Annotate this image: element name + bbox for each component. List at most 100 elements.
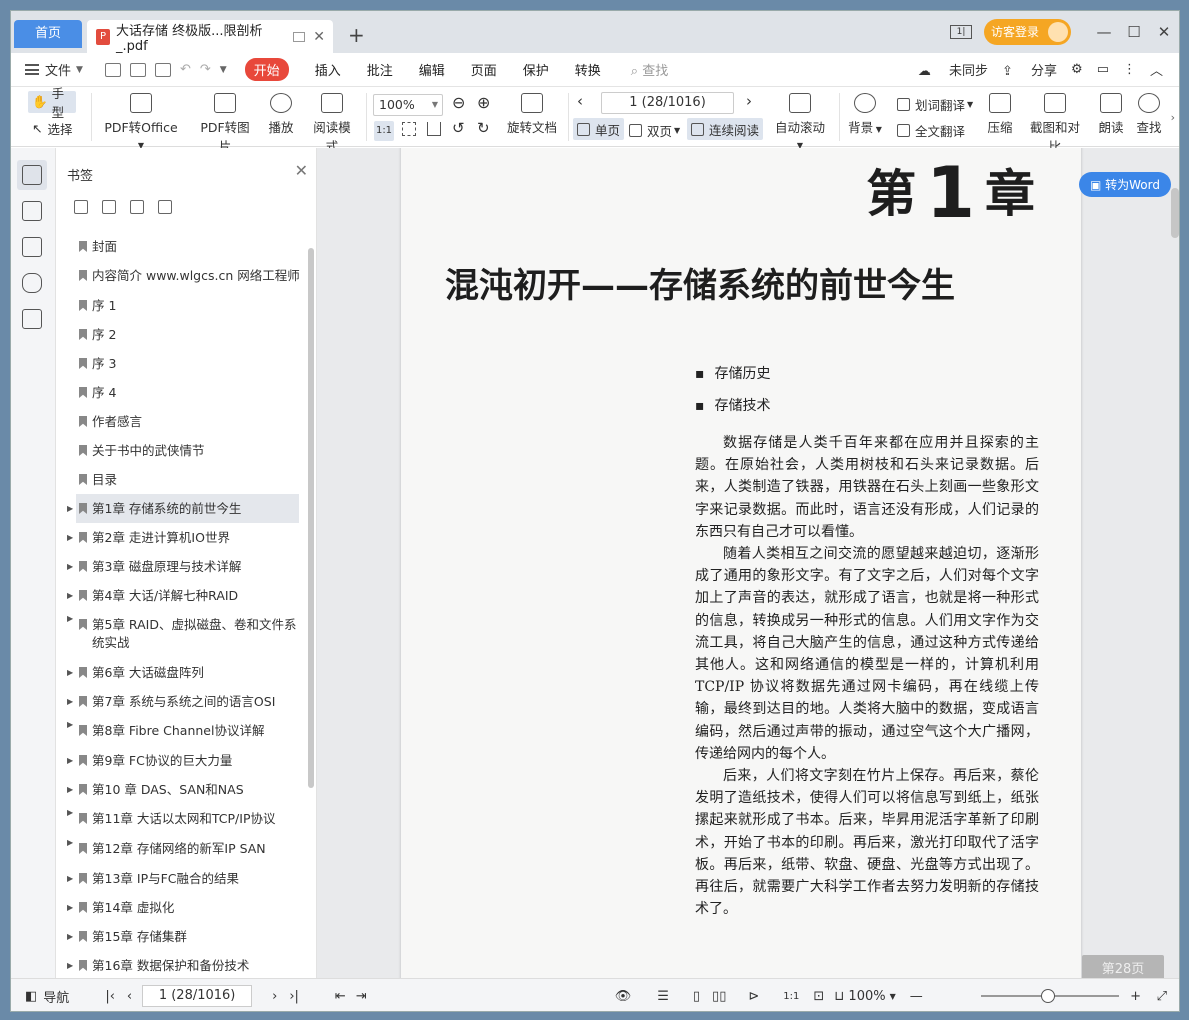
rotate-document-button[interactable]: 旋转文档	[507, 93, 557, 136]
menu-page[interactable]: 页面	[471, 60, 497, 79]
bookmark-item[interactable]: ▶ 第16章 数据保护和备份技术	[56, 951, 301, 977]
play-button[interactable]: 播放	[266, 93, 296, 136]
bookmark-item[interactable]: 序 3	[56, 349, 301, 378]
expand-arrow-icon[interactable]: ▶	[67, 775, 73, 804]
fit-width-icon[interactable]	[427, 122, 441, 136]
bookmark-item[interactable]: 序 1	[56, 291, 301, 320]
actual-size-icon[interactable]: 1:1	[374, 121, 394, 141]
cloud-sync-status[interactable]: ☁ 未同步	[918, 60, 988, 79]
bookmark-item[interactable]: ▶ 第3章 磁盘原理与技术详解	[56, 552, 301, 581]
continuous-read-button[interactable]: 连续阅读	[687, 118, 764, 140]
expand-arrow-icon[interactable]: ▶	[67, 523, 73, 552]
fit-page-icon[interactable]: ⊡	[813, 989, 824, 1004]
word-translate-button[interactable]: 划词翻译 ▼	[897, 95, 973, 114]
compress-button[interactable]: 压缩	[986, 93, 1014, 136]
auto-scroll-button[interactable]: 自动滚动 ▼	[771, 93, 829, 151]
next-page-icon[interactable]: ›	[746, 92, 752, 110]
background-button[interactable]: 背景 ▼	[847, 93, 883, 136]
quick-access-more-icon[interactable]: ▼	[220, 65, 227, 75]
bookmark-item[interactable]: 封面	[56, 232, 301, 261]
actual-size-icon[interactable]: 1:1	[783, 991, 799, 1002]
expand-arrow-icon[interactable]: ▶	[67, 922, 73, 951]
status-zoom-value[interactable]: 100%	[848, 989, 885, 1004]
expand-arrow-icon[interactable]: ▶	[67, 581, 73, 610]
chevron-down-icon[interactable]: ▼	[890, 992, 896, 1001]
zoom-select[interactable]: 100% ▼	[373, 94, 443, 116]
save-icon[interactable]	[129, 62, 146, 77]
minimize-icon[interactable]: —	[1089, 23, 1119, 41]
menu-start[interactable]: 开始	[244, 58, 289, 81]
bookmark-item[interactable]: 目录	[56, 465, 301, 494]
full-translate-button[interactable]: 全文翻译	[897, 121, 965, 140]
bookmark-panel-icon[interactable]	[22, 165, 42, 185]
document-tab[interactable]: P 大话存储 终极版...限剖析_.pdf ✕	[87, 20, 333, 54]
collapse-all-icon[interactable]	[102, 200, 116, 214]
close-icon[interactable]: ✕	[295, 161, 308, 180]
menu-insert[interactable]: 插入	[315, 60, 341, 79]
zoom-out-icon[interactable]: ⊖	[452, 93, 465, 112]
bookmark-item[interactable]: 内容简介 www.wlgcs.cn 网络工程师	[56, 261, 301, 291]
bookmark-item[interactable]: ▶ 第12章 存储网络的新军IP SAN	[56, 834, 301, 864]
menu-annotate[interactable]: 批注	[367, 60, 393, 79]
bookmark-item[interactable]: 序 4	[56, 378, 301, 407]
redo-icon[interactable]: ↷	[200, 62, 211, 77]
double-page-button[interactable]: 双页 ▼	[629, 121, 680, 140]
expand-arrow-icon[interactable]: ▶	[67, 494, 73, 523]
bookmark-item[interactable]: ▶ 第11章 大话以太网和TCP/IP协议	[56, 804, 301, 834]
expand-arrow-icon[interactable]: ▶	[67, 804, 73, 822]
zoom-slider[interactable]	[981, 989, 1119, 1003]
read-aloud-button[interactable]: 朗读	[1097, 93, 1125, 136]
bookmark-item[interactable]: ▶ 第6章 大话磁盘阵列	[56, 658, 301, 687]
feedback-icon[interactable]: ▭	[1097, 62, 1109, 77]
pdf-to-office-button[interactable]: PDF转Office ▼	[103, 93, 179, 151]
bookmark-item[interactable]: ▶ 第5章 RAID、虚拟磁盘、卷和文件系统实战	[56, 610, 301, 658]
expand-arrow-icon[interactable]: ▶	[67, 746, 73, 775]
bookmark-item[interactable]: ▶ 第2章 走进计算机IO世界	[56, 523, 301, 552]
expand-arrow-icon[interactable]: ▶	[67, 687, 73, 716]
collapse-ribbon-icon[interactable]: ︿	[1150, 60, 1163, 79]
expand-arrow-icon[interactable]: ▶	[67, 610, 73, 628]
page-number-input[interactable]: 1 (28/1016)	[601, 92, 734, 114]
continuous-view-icon[interactable]: ☰	[657, 989, 669, 1004]
expand-arrow-icon[interactable]: ▶	[67, 864, 73, 893]
close-window-icon[interactable]: ✕	[1149, 23, 1179, 41]
zoom-out-icon[interactable]: —	[910, 989, 923, 1004]
back-icon[interactable]: ⇤	[335, 989, 346, 1004]
first-page-icon[interactable]: |‹	[105, 989, 115, 1004]
expand-arrow-icon[interactable]: ▶	[67, 834, 73, 852]
menu-edit[interactable]: 编辑	[419, 60, 445, 79]
bookmark-item[interactable]: ▶ 第1章 存储系统的前世今生	[67, 494, 299, 523]
bookmark-item[interactable]: ▶ 第10 章 DAS、SAN和NAS	[56, 775, 301, 804]
print-icon[interactable]	[154, 62, 171, 77]
add-tab-button[interactable]: +	[348, 23, 365, 47]
maximize-icon[interactable]: ☐	[1119, 23, 1149, 41]
bookmark-item[interactable]: 作者感言	[56, 407, 301, 436]
find-button[interactable]: 查找	[1135, 93, 1163, 136]
expand-arrow-icon[interactable]: ▶	[67, 658, 73, 687]
add-bookmark-icon[interactable]	[130, 200, 144, 214]
bookmark-scrollbar[interactable]	[308, 248, 314, 788]
more-icon[interactable]: ⋮	[1123, 62, 1136, 77]
file-menu[interactable]: 文件 ▼	[25, 60, 83, 79]
previous-page-icon[interactable]: ‹	[577, 92, 583, 110]
menu-search[interactable]: ⌕ 查找	[631, 60, 668, 79]
window-layout-icon[interactable]: 1|	[949, 25, 972, 39]
close-tab-icon[interactable]: ✕	[313, 29, 325, 45]
expand-arrow-icon[interactable]: ▶	[67, 716, 73, 734]
status-page-input[interactable]: 1 (28/1016)	[142, 985, 253, 1007]
home-tab[interactable]: 首页	[14, 20, 82, 48]
navigation-toggle[interactable]: ◧ 导航	[25, 987, 69, 1006]
pdf-to-image-button[interactable]: PDF转图片	[195, 93, 255, 155]
zoom-in-icon[interactable]: ⊕	[477, 93, 490, 112]
convert-to-word-button[interactable]: ▣ 转为Word	[1078, 172, 1171, 197]
undo-icon[interactable]: ↶	[180, 62, 191, 77]
single-view-icon[interactable]: ▯	[693, 989, 700, 1004]
bookmark-item[interactable]: 序 2	[56, 320, 301, 349]
guest-login-button[interactable]: 访客登录	[983, 19, 1071, 45]
forward-icon[interactable]: ⇥	[356, 989, 367, 1004]
single-page-button[interactable]: 单页	[573, 118, 625, 140]
select-tool-button[interactable]: ↖ 选择	[32, 119, 73, 138]
fullscreen-icon[interactable]: ⤢	[1157, 989, 1167, 1004]
settings-icon[interactable]: ⚙	[1071, 62, 1083, 77]
expand-arrow-icon[interactable]: ▶	[67, 893, 73, 922]
